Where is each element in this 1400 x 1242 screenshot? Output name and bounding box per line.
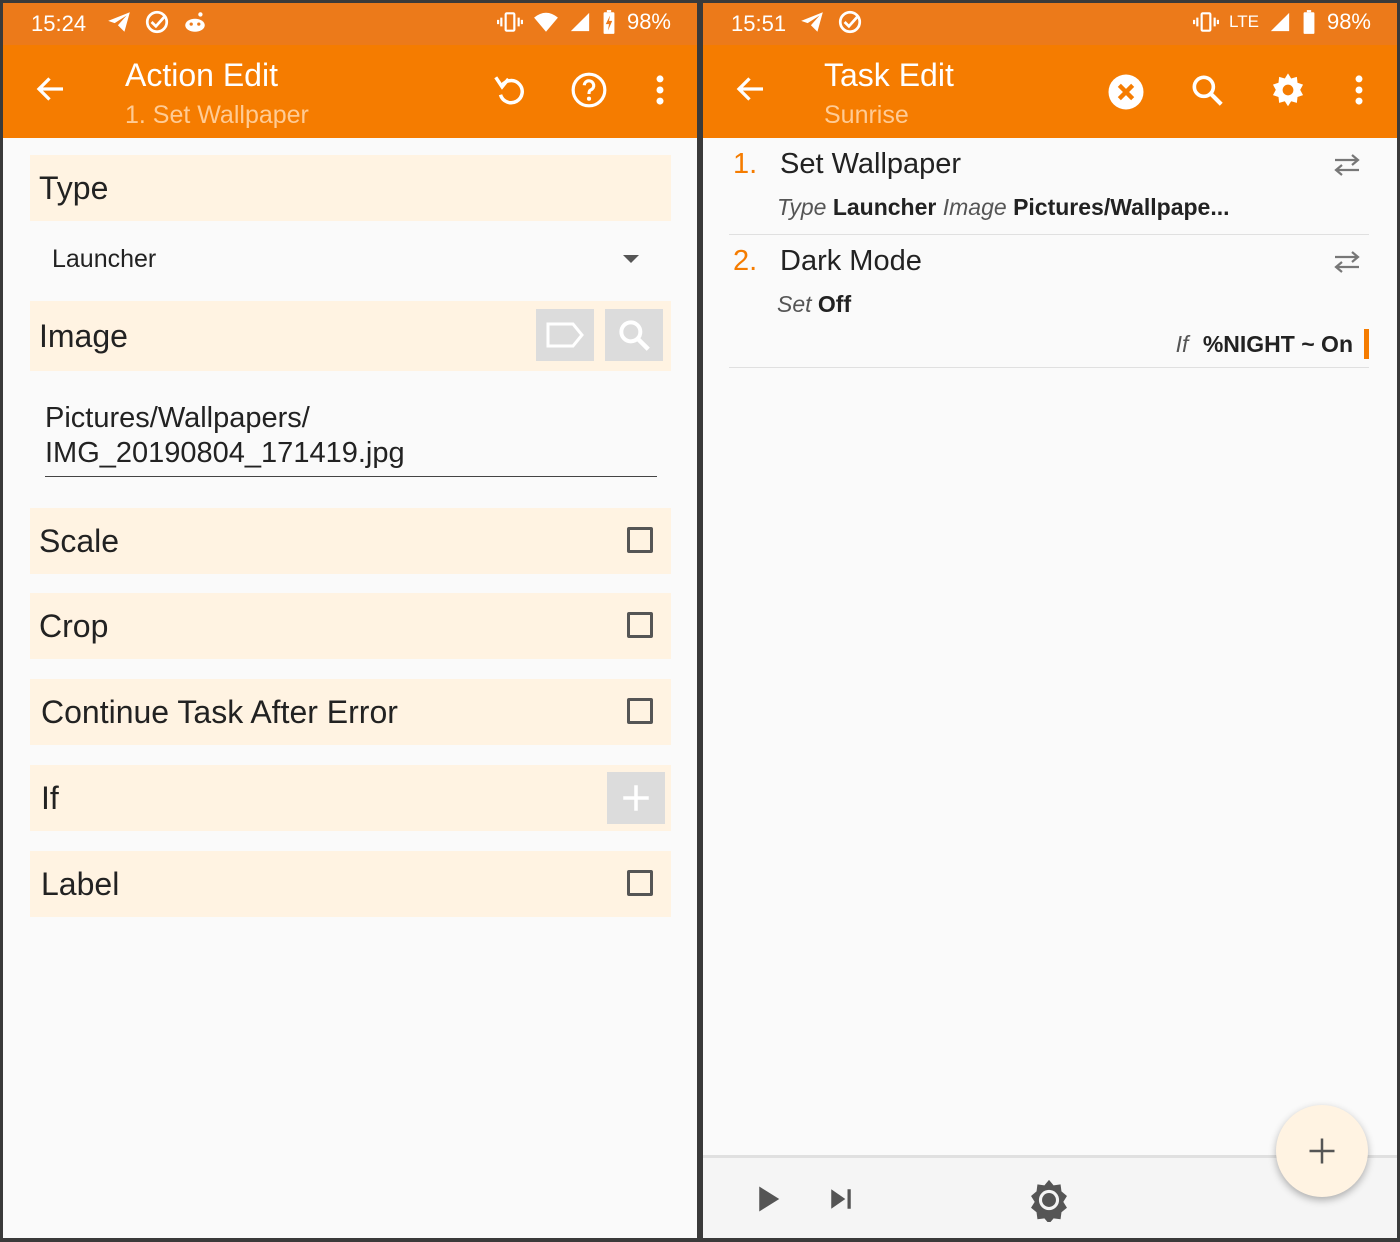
label-row[interactable]: Label: [30, 851, 671, 917]
page-title: Action Edit: [125, 57, 278, 93]
action-name: Set Wallpaper: [780, 148, 962, 180]
image-section-header: Image: [30, 301, 671, 371]
battery-percent: 98%: [626, 9, 671, 34]
swap-icon[interactable]: [1331, 152, 1363, 178]
wifi-icon: [534, 12, 558, 32]
add-icon: [1309, 1138, 1335, 1164]
more-vert-icon[interactable]: [645, 71, 675, 109]
type-label: Type: [39, 170, 109, 206]
status-bar: 15:24 98%: [3, 3, 697, 45]
if-row: If: [30, 765, 671, 831]
check-circle-icon: [145, 10, 169, 34]
continue-after-error-label: Continue Task After Error: [41, 694, 398, 730]
back-arrow-icon[interactable]: [33, 71, 69, 107]
status-time: 15:51: [731, 11, 787, 36]
image-path-line1: Pictures/Wallpapers/: [45, 402, 310, 434]
task-action-item[interactable]: 2. Dark Mode Set Off If %NIGHT ~ On: [729, 235, 1369, 368]
system-icons: 98%: [496, 9, 671, 35]
clear-icon[interactable]: [1106, 72, 1146, 112]
arg-label: Image: [942, 194, 1007, 220]
signal-icon: [570, 12, 590, 32]
task-edit-screen: 15:51 LTE 98% Task Edit Sunrise 1. Set W…: [703, 3, 1397, 1238]
action-args: Set Off: [777, 291, 851, 318]
crop-row[interactable]: Crop: [30, 593, 671, 659]
telegram-icon: [801, 12, 823, 32]
arg-label: Type: [777, 194, 827, 220]
task-action-item[interactable]: 1. Set Wallpaper Type Launcher Image Pic…: [729, 138, 1369, 235]
swap-icon[interactable]: [1331, 249, 1363, 275]
app-bar: Action Edit 1. Set Wallpaper: [3, 45, 697, 138]
action-name: Dark Mode: [780, 245, 922, 277]
skip-next-icon[interactable]: [827, 1186, 855, 1212]
search-image-button[interactable]: [605, 309, 663, 361]
image-path-line2: IMG_20190804_171419.jpg: [45, 437, 405, 469]
search-icon[interactable]: [1188, 71, 1226, 109]
reddit-icon: [185, 12, 205, 32]
status-time: 15:24: [31, 11, 87, 36]
image-label: Image: [39, 318, 128, 354]
condition-indicator: [1364, 329, 1369, 359]
status-bar: 15:51 LTE 98%: [703, 3, 1397, 45]
action-args: Type Launcher Image Pictures/Wallpape...: [777, 194, 1230, 221]
continue-after-error-row[interactable]: Continue Task After Error: [30, 679, 671, 745]
battery-charging-icon: [603, 10, 615, 34]
arg-label: Set: [777, 291, 812, 317]
notification-icons: [106, 9, 208, 35]
label-option-label: Label: [41, 866, 120, 902]
settings-icon[interactable]: [1269, 71, 1307, 109]
help-icon[interactable]: [570, 71, 608, 109]
label-tag-icon: [546, 322, 584, 348]
scale-checkbox[interactable]: [627, 527, 653, 553]
condition: If %NIGHT ~ On: [1176, 331, 1353, 358]
network-type: LTE: [1229, 12, 1259, 31]
arg-value: Launcher: [832, 194, 937, 220]
check-circle-icon: [838, 10, 862, 34]
condition-value: %NIGHT ~ On: [1202, 331, 1353, 357]
back-arrow-icon[interactable]: [733, 71, 769, 107]
type-spinner[interactable]: Launcher: [52, 245, 156, 274]
page-title: Task Edit: [824, 57, 954, 93]
arg-value: Pictures/Wallpape...: [1013, 194, 1230, 220]
condition-label: If: [1175, 331, 1189, 357]
play-icon[interactable]: [755, 1184, 781, 1214]
label-checkbox[interactable]: [627, 870, 653, 896]
vibrate-icon: [1193, 12, 1220, 32]
system-icons: LTE 98%: [1193, 9, 1371, 35]
notification-icons: [799, 9, 863, 35]
page-subtitle: 1. Set Wallpaper: [125, 101, 309, 129]
if-label: If: [41, 780, 59, 816]
app-bar: Task Edit Sunrise: [703, 45, 1397, 138]
action-number: 1.: [733, 148, 758, 180]
telegram-icon: [108, 12, 130, 32]
type-section-header: Type: [30, 155, 671, 221]
crop-checkbox[interactable]: [627, 612, 653, 638]
image-path-field[interactable]: Pictures/Wallpapers/ IMG_20190804_171419…: [45, 401, 660, 471]
add-action-button[interactable]: [1276, 1105, 1368, 1197]
page-subtitle: Sunrise: [824, 101, 909, 129]
field-underline: [45, 476, 657, 477]
more-vert-icon[interactable]: [1344, 71, 1374, 109]
continue-after-error-checkbox[interactable]: [627, 698, 653, 724]
action-edit-screen: 15:24 98% Action Edit 1. Set Wallpaper T…: [3, 3, 697, 1238]
brightness-icon[interactable]: [1027, 1178, 1071, 1222]
scale-label: Scale: [39, 523, 120, 559]
arg-value: Off: [817, 291, 852, 317]
vibrate-icon: [496, 12, 523, 32]
scale-row[interactable]: Scale: [30, 508, 671, 574]
battery-icon: [1303, 10, 1315, 34]
signal-icon: [1270, 12, 1290, 32]
battery-percent: 98%: [1326, 9, 1371, 34]
undo-icon[interactable]: [491, 71, 529, 109]
add-condition-button[interactable]: [607, 772, 665, 824]
action-number: 2.: [733, 245, 758, 277]
search-icon: [619, 320, 650, 351]
tag-button[interactable]: [536, 309, 594, 361]
dropdown-arrow-icon[interactable]: [623, 255, 639, 263]
add-icon: [623, 785, 649, 811]
crop-label: Crop: [39, 608, 109, 644]
